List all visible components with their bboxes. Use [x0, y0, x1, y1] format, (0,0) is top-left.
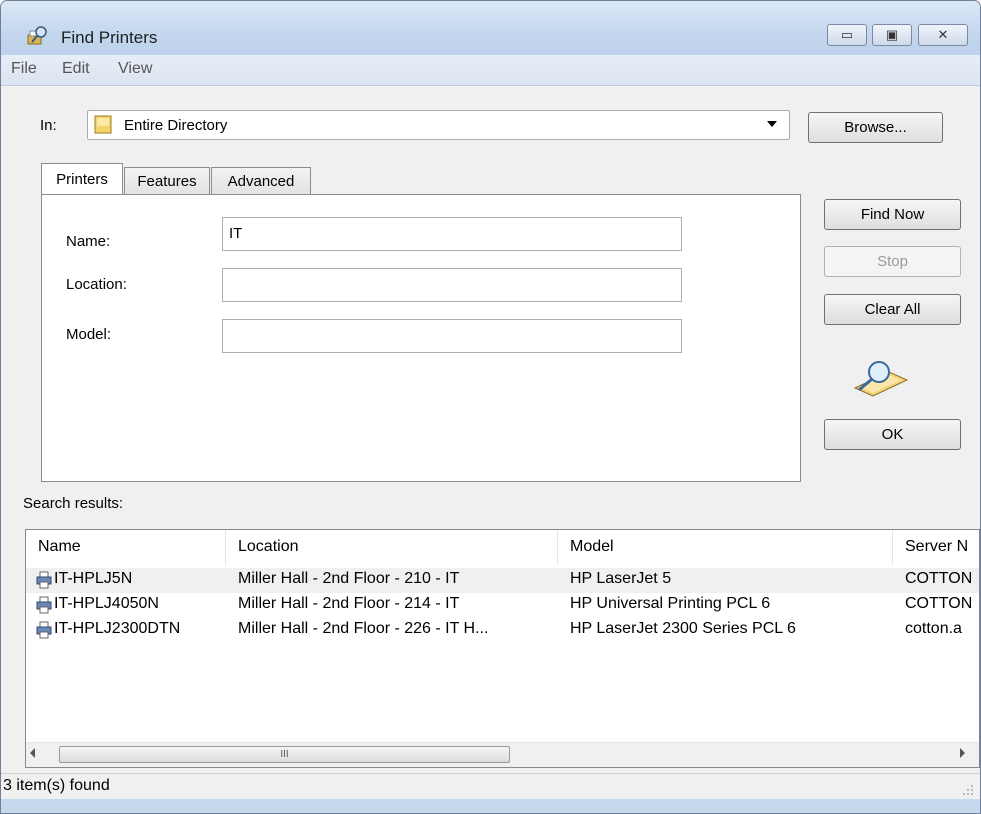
printer-icon	[36, 596, 52, 614]
result-server: COTTON	[905, 570, 973, 587]
result-name: IT-HPLJ4050N	[54, 595, 159, 612]
scroll-left-icon[interactable]	[30, 748, 35, 758]
menu-bar: File Edit View	[1, 55, 980, 86]
scroll-right-icon[interactable]	[960, 748, 965, 758]
directory-icon	[94, 115, 112, 134]
result-location: Miller Hall - 2nd Floor - 210 - IT	[238, 570, 460, 587]
result-location: Miller Hall - 2nd Floor - 226 - IT H...	[238, 620, 489, 637]
scope-label: In:	[40, 117, 57, 134]
browse-button[interactable]: Browse...	[808, 112, 943, 143]
model-field[interactable]	[222, 319, 682, 353]
minimize-button[interactable]: ▭	[827, 24, 867, 46]
close-button[interactable]: ✕	[918, 24, 968, 46]
name-label: Name:	[66, 233, 111, 250]
column-header-location[interactable]: Location	[226, 530, 558, 565]
find-printers-window: Find Printers ▭ ▣ ✕ File Edit View In: E…	[0, 0, 981, 814]
result-server: cotton.a	[905, 620, 962, 637]
search-results-label: Search results:	[23, 495, 124, 512]
maximize-icon: ▣	[885, 27, 899, 42]
close-icon: ✕	[937, 27, 949, 42]
search-animation-icon	[853, 361, 909, 397]
column-header-model[interactable]: Model	[558, 530, 893, 565]
column-header-name[interactable]: Name	[26, 530, 226, 565]
result-row[interactable]: IT-HPLJ4050N Miller Hall - 2nd Floor - 2…	[26, 593, 979, 618]
model-label: Model:	[66, 326, 112, 343]
horizontal-scrollbar[interactable]: III	[26, 742, 979, 767]
printer-icon	[36, 621, 52, 639]
location-label: Location:	[66, 276, 127, 293]
window-title: Find Printers	[61, 28, 158, 47]
find-printers-app-icon	[27, 26, 47, 45]
printers-tab-panel: Name: IT Location: Model:	[41, 194, 801, 482]
menu-file[interactable]: File	[11, 60, 37, 78]
result-model: HP LaserJet 5	[570, 570, 672, 587]
result-row[interactable]: IT-HPLJ2300DTN Miller Hall - 2nd Floor -…	[26, 618, 979, 643]
result-row[interactable]: IT-HPLJ5N Miller Hall - 2nd Floor - 210 …	[26, 568, 979, 593]
result-name: IT-HPLJ2300DTN	[54, 620, 181, 637]
result-location: Miller Hall - 2nd Floor - 214 - IT	[238, 595, 460, 612]
result-model: HP Universal Printing PCL 6	[570, 595, 771, 612]
location-field[interactable]	[222, 268, 682, 302]
maximize-button[interactable]: ▣	[872, 24, 912, 46]
printer-icon	[36, 571, 52, 589]
search-results-list[interactable]: Name Location Model Server N IT-HPLJ5N M…	[25, 529, 980, 768]
result-name: IT-HPLJ5N	[54, 570, 133, 587]
scrollbar-thumb[interactable]: III	[59, 746, 510, 763]
dropdown-arrow-icon[interactable]	[767, 121, 777, 127]
clear-all-button[interactable]: Clear All	[824, 294, 961, 325]
title-bar[interactable]: Find Printers ▭ ▣ ✕	[1, 1, 980, 55]
column-header-server[interactable]: Server N	[893, 530, 979, 565]
status-bar: 3 item(s) found	[1, 773, 980, 799]
menu-edit[interactable]: Edit	[62, 60, 90, 78]
menu-view[interactable]: View	[118, 60, 152, 78]
stop-button[interactable]: Stop	[824, 246, 961, 277]
name-field[interactable]: IT	[222, 217, 682, 251]
minimize-icon: ▭	[840, 27, 854, 42]
find-now-button[interactable]: Find Now	[824, 199, 961, 230]
tab-features[interactable]: Features	[124, 167, 210, 194]
result-server: COTTON	[905, 595, 973, 612]
scope-value: Entire Directory	[124, 117, 228, 134]
result-model: HP LaserJet 2300 Series PCL 6	[570, 620, 796, 637]
status-text: 3 item(s) found	[3, 777, 110, 794]
resize-grip-icon[interactable]	[962, 784, 974, 796]
ok-button[interactable]: OK	[824, 419, 961, 450]
dialog-body: In: Entire Directory Browse... Printers …	[1, 86, 980, 799]
scope-dropdown[interactable]: Entire Directory	[87, 110, 790, 140]
tab-printers[interactable]: Printers	[41, 163, 123, 194]
tab-advanced[interactable]: Advanced	[211, 167, 311, 194]
